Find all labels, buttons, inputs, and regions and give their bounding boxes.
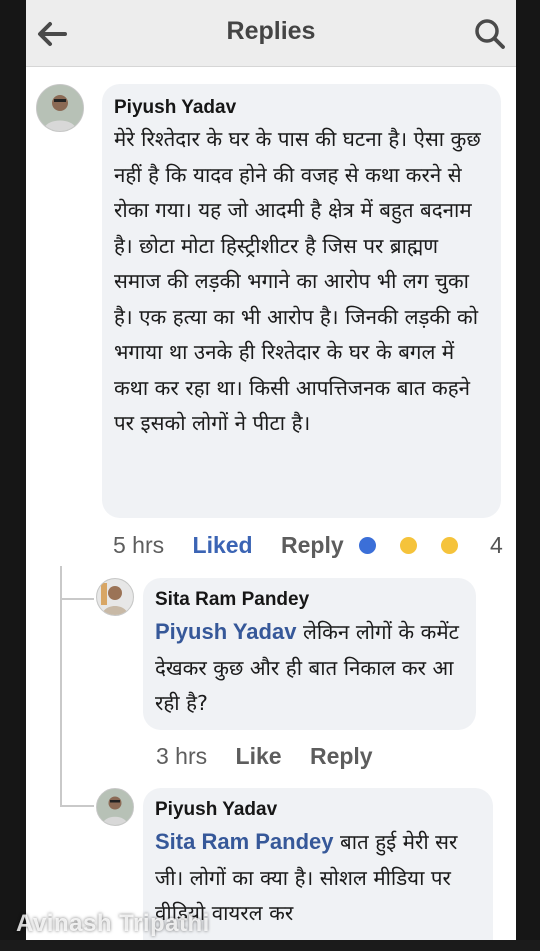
replies-screen: Replies Piyush Yadav मेरे रिश्तेदार के घ…: [26, 0, 516, 951]
comment-actions: 5 hrs Liked Reply 4: [113, 531, 516, 559]
avatar[interactable]: [96, 578, 134, 616]
header-bar: Replies: [26, 0, 516, 67]
avatar[interactable]: [36, 84, 84, 132]
thread-line: [60, 566, 62, 806]
like-button[interactable]: Like: [236, 743, 282, 770]
comment-timestamp: 5 hrs: [113, 532, 165, 559]
like-reaction-icon: [358, 536, 378, 556]
haha-reaction-icon: [440, 536, 460, 556]
comment-author[interactable]: Sita Ram Pandey: [155, 588, 464, 612]
wow-reaction-icon: [399, 536, 419, 556]
avatar[interactable]: [96, 788, 134, 826]
reply-bubble: Sita Ram Pandey Piyush Yadav लेकिन लोगों…: [143, 578, 476, 730]
avatar-photo-icon: [37, 85, 83, 131]
comment-text: Piyush Yadav लेकिन लोगों के कमेंट देखकर …: [155, 614, 464, 722]
avatar-photo-icon: [97, 789, 133, 825]
mention-link[interactable]: Sita Ram Pandey: [155, 829, 334, 854]
reaction-count: 4: [490, 532, 503, 559]
comment-author[interactable]: Piyush Yadav: [114, 96, 491, 120]
comment-text: मेरे रिश्तेदार के घर के पास की घटना है। …: [114, 127, 481, 435]
thread-branch: [60, 598, 94, 600]
comment-timestamp: 3 hrs: [156, 743, 208, 770]
comment-actions: 3 hrs Like Reply: [156, 742, 395, 770]
avatar-photo-icon: [97, 579, 133, 615]
mention-link[interactable]: Piyush Yadav: [155, 619, 296, 644]
comment-bubble: Piyush Yadav मेरे रिश्तेदार के घर के पास…: [102, 84, 501, 518]
reactions-summary[interactable]: 4: [358, 532, 516, 559]
reply-button[interactable]: Reply: [310, 743, 373, 770]
bottom-edge: [0, 940, 540, 951]
page-title: Replies: [226, 17, 316, 45]
watermark: Avinash Tripathi: [16, 910, 210, 937]
thread-branch: [60, 805, 94, 807]
like-button[interactable]: Liked: [193, 532, 253, 559]
reply-button[interactable]: Reply: [281, 532, 344, 559]
comment-author[interactable]: Piyush Yadav: [155, 798, 481, 822]
search-button[interactable]: [472, 16, 508, 52]
search-icon: [475, 19, 505, 49]
